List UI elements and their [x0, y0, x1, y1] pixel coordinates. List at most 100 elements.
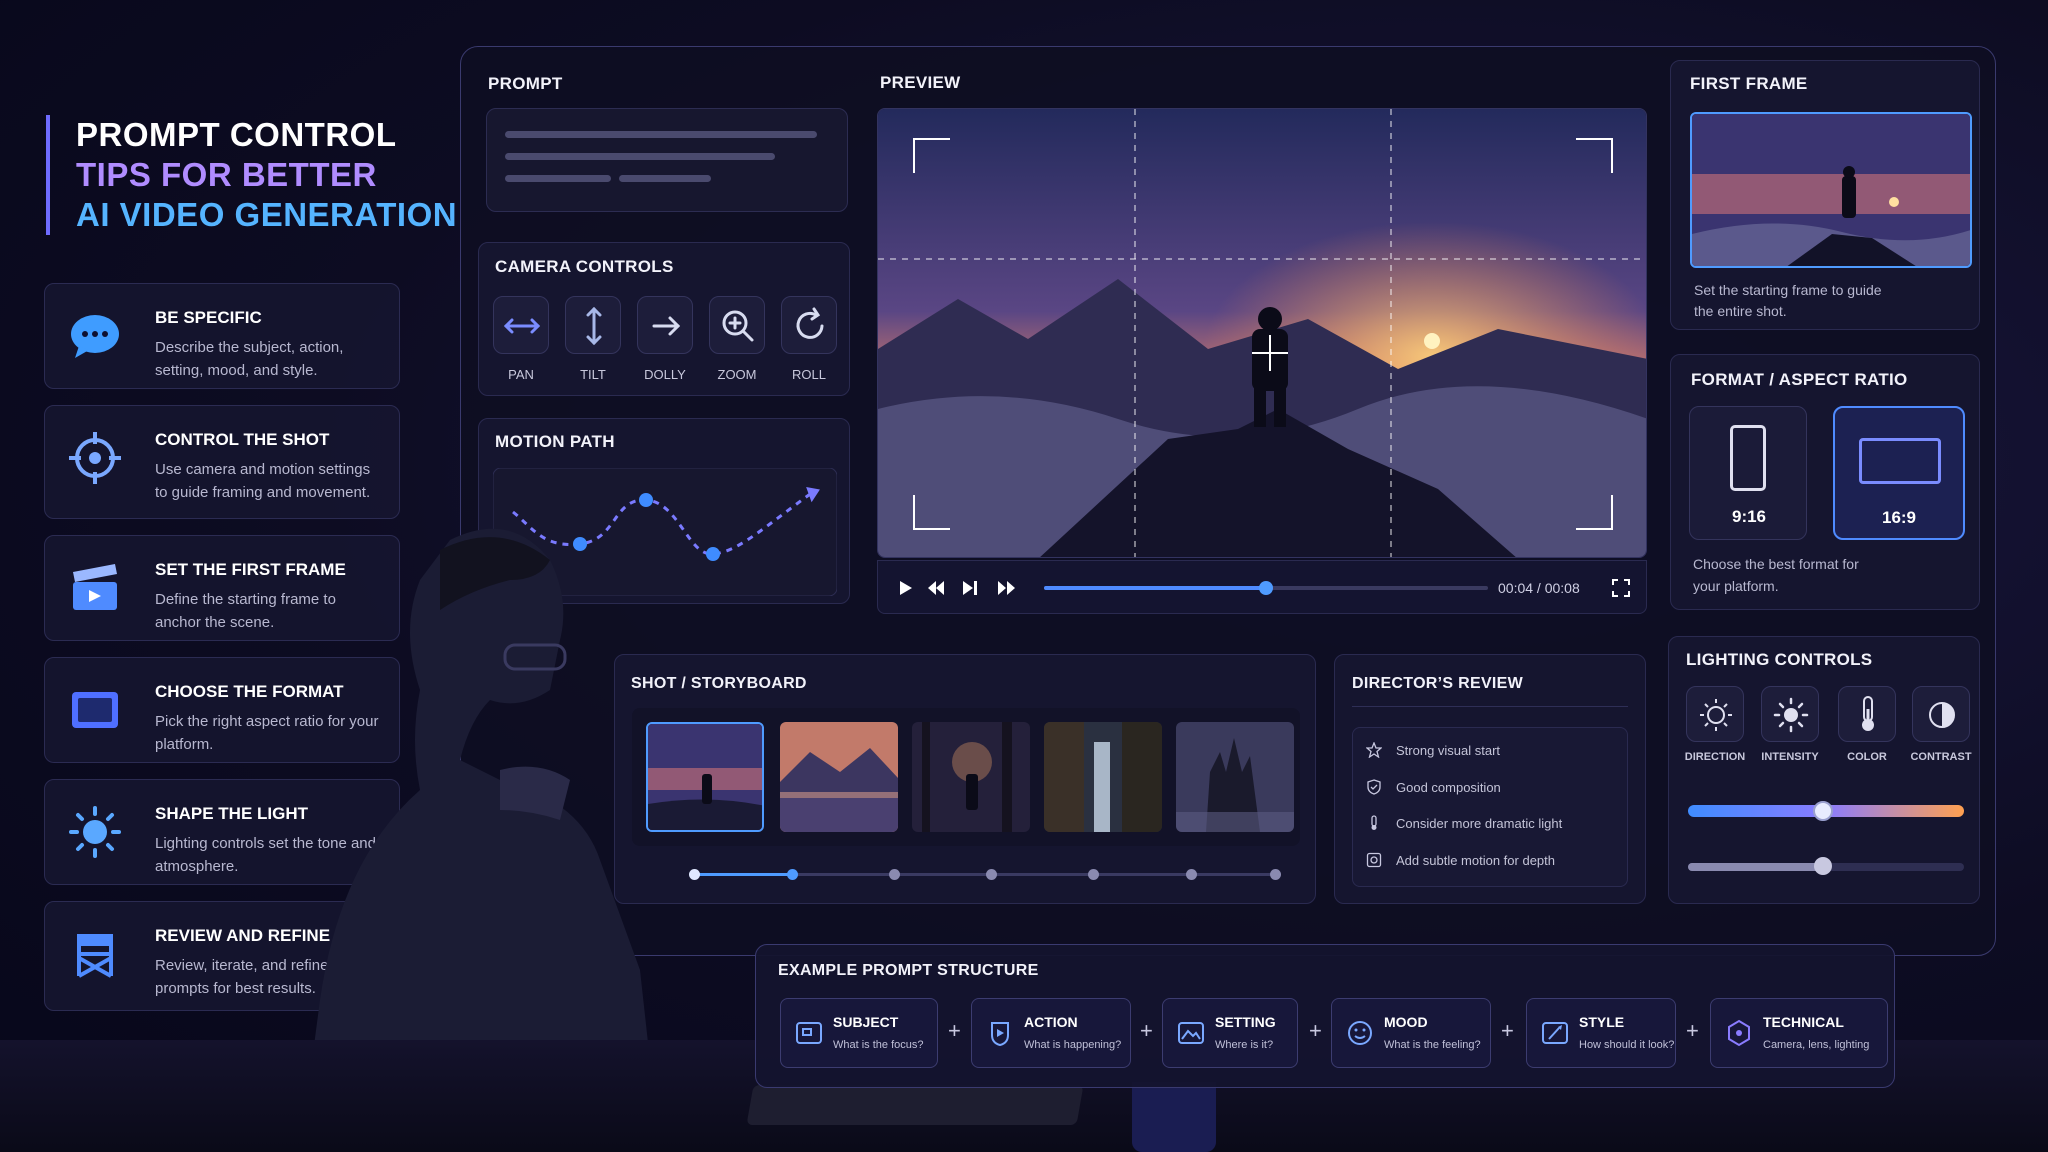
- tip-heading: BE SPECIFIC: [155, 308, 262, 327]
- roll-label: ROLL: [792, 367, 826, 382]
- storyboard-frame[interactable]: [780, 722, 898, 832]
- structure-item-subtitle: Where is it?: [1215, 1039, 1274, 1051]
- title-line-1: PROMPT CONTROL: [76, 116, 397, 153]
- timeline-marker[interactable]: [1088, 869, 1099, 880]
- plus-sign: +: [1686, 1018, 1699, 1043]
- format-description: Choose the best format for your platform…: [1693, 556, 1859, 594]
- plus-sign: +: [1309, 1018, 1322, 1043]
- directors-review-label: DIRECTOR’S REVIEW: [1352, 675, 1524, 692]
- frame-image: [912, 722, 1030, 832]
- thermometer-icon: [1371, 815, 1377, 830]
- storyboard-frame[interactable]: [1176, 722, 1294, 832]
- coffee-mug: [1132, 1082, 1216, 1152]
- seek-handle[interactable]: [1259, 581, 1273, 595]
- prompt-text-line: [619, 175, 711, 182]
- tip-card: BE SPECIFIC Describe the subject, action…: [44, 283, 400, 389]
- contrast-button[interactable]: [1912, 686, 1970, 742]
- rewind-icon[interactable]: [926, 579, 946, 597]
- structure-item-technical[interactable]: TECHNICAL Camera, lens, lighting: [1710, 998, 1888, 1068]
- divider: [1352, 706, 1628, 707]
- intensity-label: INTENSITY: [1761, 751, 1819, 763]
- directors-chair-icon: [77, 934, 113, 978]
- direction-button[interactable]: [1686, 686, 1744, 742]
- intensity-button[interactable]: [1761, 686, 1819, 742]
- portrait-icon: [1730, 425, 1766, 491]
- contrast-label: CONTRAST: [1910, 751, 1972, 763]
- fullscreen-icon[interactable]: [1612, 579, 1630, 597]
- title-line-2: TIPS FOR BETTER: [76, 156, 377, 193]
- pan-button[interactable]: [493, 296, 549, 354]
- title-line-3: AI VIDEO GENERATION: [76, 196, 458, 233]
- format-option-16-9[interactable]: 16:9: [1833, 406, 1965, 540]
- preview-scene: [878, 109, 1646, 557]
- structure-item-subject[interactable]: SUBJECT What is the focus?: [780, 998, 938, 1068]
- zoom-in-icon: [722, 310, 754, 342]
- timeline-marker[interactable]: [1186, 869, 1197, 880]
- structure-item-title: SETTING: [1215, 1014, 1276, 1030]
- prompt-input[interactable]: [486, 108, 848, 212]
- dolly-label: DOLLY: [644, 367, 686, 382]
- first-frame-image: [1692, 114, 1970, 266]
- timeline-marker[interactable]: [889, 869, 900, 880]
- tilt-button[interactable]: [565, 296, 621, 354]
- frame-image: [780, 722, 898, 832]
- timeline-marker[interactable]: [787, 869, 798, 880]
- color-button[interactable]: [1838, 686, 1896, 742]
- timeline-marker[interactable]: [1270, 869, 1281, 880]
- motion-keyframe[interactable]: [639, 493, 653, 507]
- format-label: FORMAT / ASPECT RATIO: [1691, 370, 1908, 389]
- frame-image: [1176, 722, 1294, 832]
- page-title: PROMPT CONTROL TIPS FOR BETTER AI VIDEO …: [46, 115, 457, 235]
- play-icon[interactable]: [896, 579, 914, 597]
- tilt-label: TILT: [580, 367, 606, 382]
- rectangle-icon: [72, 692, 118, 728]
- clapperboard-icon: [73, 564, 117, 610]
- seek-progress: [1044, 586, 1266, 590]
- zoom-button[interactable]: [709, 296, 765, 354]
- storyboard-frame[interactable]: [912, 722, 1030, 832]
- structure-item-style[interactable]: STYLE How should it look?: [1526, 998, 1676, 1068]
- frame-image: [1044, 722, 1162, 832]
- zoom-label: ZOOM: [717, 367, 757, 382]
- landscape-icon: [1859, 438, 1941, 484]
- direction-label: DIRECTION: [1684, 751, 1746, 763]
- roll-button[interactable]: [781, 296, 837, 354]
- preview-label: PREVIEW: [880, 73, 961, 92]
- subject-icon: [796, 1022, 822, 1044]
- review-item: Add subtle motion for depth: [1396, 853, 1555, 868]
- format-option-9-16[interactable]: 9:16: [1689, 406, 1807, 540]
- fast-forward-icon[interactable]: [996, 579, 1018, 597]
- prompt-text-line: [505, 131, 817, 138]
- sun-direction-icon: [1700, 699, 1732, 731]
- lighting-controls-label: LIGHTING CONTROLS: [1686, 650, 1873, 669]
- review-item: Strong visual start: [1396, 743, 1501, 758]
- pan-label: PAN: [508, 367, 534, 382]
- color-temperature-slider[interactable]: [1688, 801, 1964, 821]
- timeline-track[interactable]: [689, 869, 1281, 880]
- tip-heading: CONTROL THE SHOT: [155, 430, 330, 449]
- structure-item-action[interactable]: ACTION What is happening?: [971, 998, 1131, 1068]
- sun-icon: [69, 806, 121, 858]
- first-frame-thumbnail[interactable]: [1690, 112, 1972, 268]
- structure-item-mood[interactable]: MOOD What is the feeling?: [1331, 998, 1491, 1068]
- horizontal-arrows-icon: [503, 318, 541, 334]
- motion-frame-icon: [1366, 852, 1382, 868]
- dolly-button[interactable]: [637, 296, 693, 354]
- seek-track[interactable]: [1044, 581, 1488, 595]
- intensity-slider[interactable]: [1688, 857, 1964, 875]
- step-forward-icon[interactable]: [960, 579, 980, 597]
- structure-item-title: SUBJECT: [833, 1014, 899, 1030]
- plus-sign: +: [948, 1018, 961, 1043]
- prompt-label: PROMPT: [488, 74, 563, 93]
- contrast-icon: [1929, 702, 1955, 728]
- storyboard-frame[interactable]: [1044, 722, 1162, 832]
- playback-time: 00:04 / 00:08: [1498, 580, 1580, 596]
- prompt-text-line: [505, 153, 775, 160]
- timeline-marker[interactable]: [986, 869, 997, 880]
- structure-item-subtitle: What is the feeling?: [1384, 1039, 1481, 1051]
- first-frame-description: Set the starting frame to guide the enti…: [1694, 282, 1882, 319]
- preview-viewport[interactable]: [877, 108, 1647, 558]
- prompt-structure-label: EXAMPLE PROMPT STRUCTURE: [778, 962, 1039, 979]
- structure-item-setting[interactable]: SETTING Where is it?: [1162, 998, 1298, 1068]
- structure-item-subtitle: How should it look?: [1579, 1039, 1675, 1051]
